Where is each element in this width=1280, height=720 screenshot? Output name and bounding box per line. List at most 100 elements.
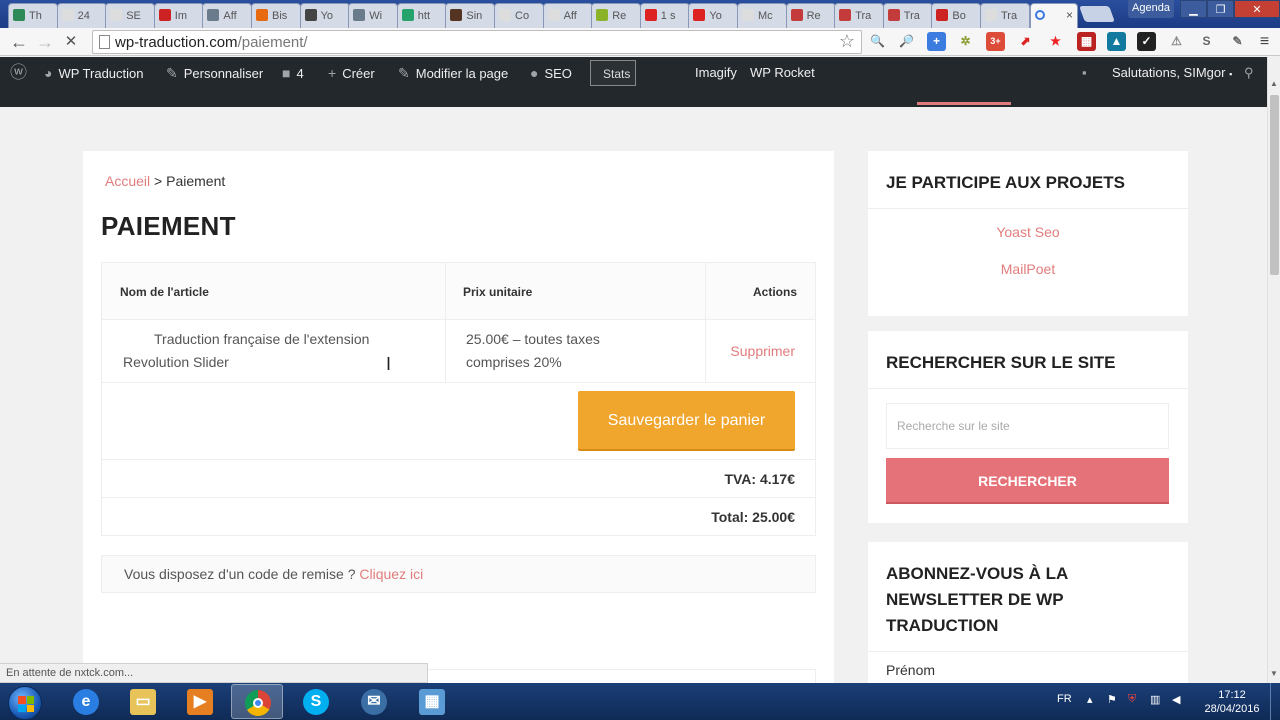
cart-actions-row: Sauvegarder le panier bbox=[101, 383, 816, 460]
restore-button[interactable]: ❐ bbox=[1207, 0, 1234, 18]
film-extension-icon[interactable]: ▦ bbox=[1077, 32, 1096, 51]
tab-label: Aff bbox=[563, 10, 577, 22]
agenda-button[interactable]: Agenda bbox=[1128, 0, 1174, 18]
active-tab[interactable]: × bbox=[1030, 3, 1078, 28]
admin-new[interactable]: + Créer bbox=[328, 57, 375, 89]
star-extension-icon[interactable]: ★ bbox=[1046, 32, 1065, 51]
browser-tab[interactable]: Yo bbox=[688, 3, 739, 28]
browser-tab[interactable]: Bo bbox=[931, 3, 982, 28]
browser-tab[interactable]: Tra bbox=[882, 3, 933, 28]
browser-tab[interactable]: Wi bbox=[348, 3, 399, 28]
browser-tab[interactable]: Mc bbox=[737, 3, 787, 28]
google-plus-extension-icon[interactable]: 3+ bbox=[986, 32, 1005, 51]
browser-tab[interactable]: Tra bbox=[980, 3, 1030, 28]
admin-site-name[interactable]: ◕ WP Traduction bbox=[44, 57, 144, 89]
browser-tab[interactable]: Tra bbox=[834, 3, 885, 28]
show-desktop-button[interactable] bbox=[1270, 683, 1280, 720]
browser-tab[interactable]: Aff bbox=[202, 3, 253, 28]
browser-tab[interactable]: Yo bbox=[299, 3, 350, 28]
admin-search-icon[interactable]: ⚲ bbox=[1244, 57, 1254, 89]
save-cart-button[interactable]: Sauvegarder le panier bbox=[578, 391, 795, 451]
gear-extension-icon[interactable]: ✲ bbox=[956, 32, 975, 51]
site-search-input[interactable]: Recherche sur le site bbox=[886, 403, 1169, 449]
browser-tab[interactable]: 1 s bbox=[639, 3, 690, 28]
forward-button[interactable]: → bbox=[34, 31, 56, 53]
window-close-button[interactable]: ✕ bbox=[1234, 0, 1280, 18]
tray-expand-icon[interactable]: ▴ bbox=[1087, 693, 1093, 720]
taskbar-thunderbird[interactable]: ✉ bbox=[348, 684, 400, 719]
text-cursor-icon: I bbox=[386, 354, 392, 374]
address-bar[interactable]: wp-traduction.com/paiement/ ☆ bbox=[92, 30, 862, 54]
stop-button[interactable]: ✕ bbox=[60, 31, 82, 53]
arrows-extension-icon[interactable]: ⬈ bbox=[1016, 32, 1035, 51]
browser-tab[interactable]: SE bbox=[105, 3, 156, 28]
taskbar-control-panel[interactable]: ▦ bbox=[406, 684, 458, 719]
plus-extension-icon[interactable]: + bbox=[927, 32, 946, 51]
network-icon[interactable]: ▥ bbox=[1150, 693, 1160, 720]
clock[interactable]: 17:12 28/04/2016 bbox=[1200, 688, 1264, 716]
project-link[interactable]: Yoast Seo bbox=[868, 224, 1188, 240]
project-link[interactable]: MailPoet bbox=[868, 261, 1188, 277]
browser-tab[interactable]: 24 bbox=[56, 3, 107, 28]
media-player-icon: ▶ bbox=[187, 689, 213, 715]
browser-tab[interactable]: Aff bbox=[542, 3, 593, 28]
admin-notifications-icon[interactable]: ▪ bbox=[1082, 57, 1087, 89]
col-actions-divider bbox=[705, 263, 706, 319]
search-widget-title: RECHERCHER SUR LE SITE bbox=[886, 353, 1116, 372]
admin-greeting[interactable]: Salutations, SIMgor ▪ bbox=[1112, 57, 1232, 89]
search-extension-icon[interactable]: 🔎 bbox=[897, 32, 916, 51]
page-title: PAIEMENT bbox=[101, 211, 236, 241]
browser-tab[interactable]: Re bbox=[591, 3, 642, 28]
scroll-down-icon[interactable]: ▼ bbox=[1270, 669, 1278, 678]
browser-tab[interactable]: Th bbox=[8, 3, 58, 28]
drop-extension-icon[interactable]: ▲ bbox=[1107, 32, 1126, 51]
stats-image[interactable]: Stats bbox=[590, 60, 636, 86]
admin-comments[interactable]: ■ 4 bbox=[282, 57, 304, 89]
admin-imagify[interactable]: Imagify bbox=[695, 57, 737, 89]
admin-seo[interactable]: ● SEO bbox=[530, 57, 572, 89]
action-center-icon[interactable]: ⚑ bbox=[1107, 693, 1117, 720]
wordpress-logo-icon[interactable]: ⓦ bbox=[10, 57, 27, 89]
volume-icon[interactable]: ◀ bbox=[1172, 693, 1180, 720]
coupon-link[interactable]: Cliquez ici bbox=[359, 566, 423, 582]
bookmark-star-icon[interactable]: ☆ bbox=[839, 31, 855, 52]
security-icon[interactable]: ⛨ bbox=[1128, 693, 1136, 720]
start-button[interactable] bbox=[8, 686, 42, 720]
scroll-up-icon[interactable]: ▲ bbox=[1270, 79, 1278, 88]
tab-favicon-icon bbox=[790, 9, 803, 21]
browser-tab[interactable]: Bis bbox=[251, 3, 301, 28]
loading-icon bbox=[1035, 10, 1045, 20]
zoom-extension-icon[interactable]: 🔍 bbox=[868, 32, 887, 51]
remove-item-link[interactable]: Supprimer bbox=[730, 340, 795, 363]
close-tab-icon[interactable]: × bbox=[1066, 8, 1073, 22]
warning-extension-icon[interactable]: ⚠ bbox=[1167, 32, 1186, 51]
taskbar-chrome[interactable] bbox=[231, 684, 283, 719]
taskbar-explorer[interactable]: ▭ bbox=[117, 684, 169, 719]
browser-tab[interactable]: Im bbox=[153, 3, 204, 28]
control-panel-icon: ▦ bbox=[419, 689, 445, 715]
taskbar-skype[interactable]: S bbox=[290, 684, 342, 719]
admin-edit-page[interactable]: ✎ Modifier la page bbox=[398, 57, 508, 89]
page-scrollbar[interactable]: ▲ ▼ bbox=[1267, 57, 1280, 683]
browser-tab[interactable]: Re bbox=[785, 3, 836, 28]
scroll-thumb[interactable] bbox=[1270, 95, 1279, 275]
taskbar-ie[interactable]: e bbox=[60, 684, 112, 719]
pen-extension-icon[interactable]: ✎ bbox=[1228, 32, 1247, 51]
minimize-button[interactable]: ▁ bbox=[1180, 0, 1207, 18]
language-indicator[interactable]: FR bbox=[1057, 693, 1072, 720]
admin-wp-rocket[interactable]: WP Rocket bbox=[750, 57, 815, 89]
browser-tab[interactable]: htt bbox=[396, 3, 447, 28]
back-button[interactable]: ← bbox=[8, 31, 30, 53]
search-button[interactable]: RECHERCHER bbox=[886, 458, 1169, 504]
breadcrumb-home-link[interactable]: Accueil bbox=[105, 173, 150, 189]
newsletter-title-line2: NEWSLETTER DE WP bbox=[886, 590, 1064, 609]
browser-tab[interactable]: Co bbox=[494, 3, 544, 28]
sync-extension-icon[interactable]: S bbox=[1197, 32, 1216, 51]
menu-icon[interactable]: ≡ bbox=[1255, 32, 1274, 51]
browser-tab[interactable]: Sin bbox=[445, 3, 496, 28]
new-tab-button[interactable] bbox=[1079, 6, 1115, 22]
taskbar-media[interactable]: ▶ bbox=[174, 684, 226, 719]
check-extension-icon[interactable]: ✓ bbox=[1137, 32, 1156, 51]
admin-customize[interactable]: ✎ Personnaliser bbox=[166, 57, 263, 89]
tab-favicon-icon bbox=[450, 9, 463, 21]
